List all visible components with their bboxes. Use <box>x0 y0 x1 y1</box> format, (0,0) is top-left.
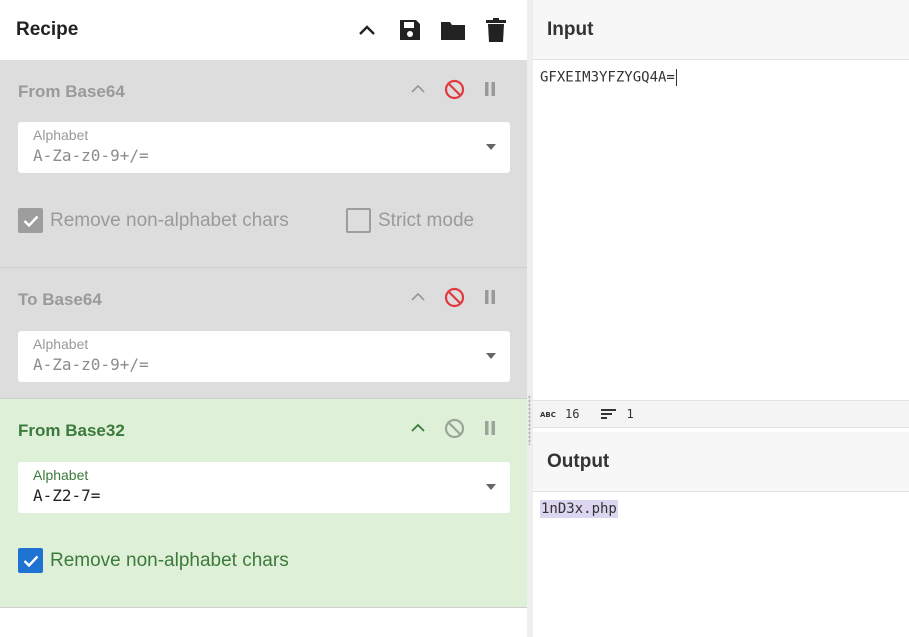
dropdown-caret-icon <box>486 484 496 490</box>
operation-title: From Base64 <box>18 82 125 101</box>
checkbox-unchecked-icon <box>346 208 371 233</box>
collapse-operation-button[interactable] <box>407 286 429 308</box>
strict-mode-checkbox[interactable]: Strict mode <box>346 208 474 233</box>
disable-icon <box>444 287 464 307</box>
alphabet-select[interactable]: Alphabet A-Za-z0-9+/= <box>18 122 510 173</box>
disable-operation-button[interactable] <box>443 78 465 100</box>
alphabet-select[interactable]: Alphabet A-Za-z0-9+/= <box>18 331 510 382</box>
chevron-up-icon <box>359 25 375 35</box>
alphabet-label: Alphabet <box>33 467 89 483</box>
lines-icon <box>601 408 617 420</box>
abc-icon: ABC <box>540 409 556 419</box>
lines-indicator: 1 <box>601 407 634 421</box>
output-title: Output <box>547 450 610 472</box>
operation-from-base64: From Base64 Alphabet A-Za-z0-9+/= Remove… <box>0 60 527 268</box>
disable-operation-button[interactable] <box>443 417 465 439</box>
recipe-title: Recipe <box>16 19 79 40</box>
output-header: Output <box>533 432 909 492</box>
checkbox-checked-icon <box>18 208 43 233</box>
checkbox-checked-icon <box>18 548 43 573</box>
operation-controls <box>407 417 501 439</box>
disable-icon <box>444 418 464 438</box>
save-recipe-button[interactable] <box>397 16 423 44</box>
load-recipe-button[interactable] <box>440 16 466 44</box>
alphabet-value: A-Z2-7= <box>33 486 101 505</box>
output-textarea[interactable]: 1nD3x.php <box>540 500 900 621</box>
alphabet-label: Alphabet <box>33 336 89 352</box>
folder-icon <box>441 22 465 40</box>
input-header: Input <box>533 0 909 60</box>
input-text: GFXEIM3YFZYGQ4A= <box>540 69 675 86</box>
breakpoint-button[interactable] <box>479 417 501 439</box>
operation-title: To Base64 <box>18 290 102 309</box>
dropdown-caret-icon <box>486 353 496 359</box>
recipe-pane: Recipe From Base64 Alphabet A-Za-z0-9+/=… <box>0 0 527 637</box>
checkbox-label: Strict mode <box>378 209 475 231</box>
alphabet-select[interactable]: Alphabet A-Z2-7= <box>18 462 510 513</box>
operation-controls <box>407 286 501 308</box>
chevron-up-icon <box>411 292 425 301</box>
collapse-all-button[interactable] <box>354 16 380 44</box>
collapse-operation-button[interactable] <box>407 78 429 100</box>
output-text: 1nD3x.php <box>540 500 618 518</box>
chevron-up-icon <box>411 84 425 93</box>
clear-recipe-button[interactable] <box>483 16 509 44</box>
disable-operation-button[interactable] <box>443 286 465 308</box>
trash-icon <box>486 18 506 42</box>
save-icon <box>400 20 420 40</box>
alphabet-value: A-Za-z0-9+/= <box>33 355 149 374</box>
output-pane: Output 1nD3x.php <box>533 432 909 637</box>
chevron-up-icon <box>411 423 425 432</box>
breakpoint-button[interactable] <box>479 286 501 308</box>
input-textarea[interactable]: GFXEIM3YFZYGQ4A= <box>540 69 900 389</box>
alphabet-label: Alphabet <box>33 127 89 143</box>
operation-from-base32: From Base32 Alphabet A-Z2-7= Remove non-… <box>0 399 527 608</box>
length-indicator: ABC 16 <box>540 407 579 421</box>
pause-icon <box>485 290 495 304</box>
drag-handle-icon <box>528 395 531 445</box>
input-pane: Input GFXEIM3YFZYGQ4A= <box>533 0 909 400</box>
pause-icon <box>485 421 495 435</box>
svg-text:ABC: ABC <box>540 411 556 419</box>
checkbox-label: Remove non-alphabet chars <box>50 549 289 571</box>
input-title: Input <box>547 18 594 40</box>
lines-value: 1 <box>626 407 634 421</box>
breakpoint-button[interactable] <box>479 78 501 100</box>
length-value: 16 <box>565 407 580 421</box>
recipe-toolbar <box>354 16 509 44</box>
operation-title: From Base32 <box>18 421 125 440</box>
remove-non-alphabet-checkbox[interactable]: Remove non-alphabet chars <box>18 208 289 233</box>
input-status-bar: ABC 16 1 <box>533 400 909 428</box>
checkbox-label: Remove non-alphabet chars <box>50 209 289 231</box>
recipe-header: Recipe <box>0 0 527 60</box>
operation-controls <box>407 78 501 100</box>
alphabet-value: A-Za-z0-9+/= <box>33 146 149 165</box>
disable-icon <box>444 79 464 99</box>
operation-to-base64: To Base64 Alphabet A-Za-z0-9+/= <box>0 268 527 399</box>
remove-non-alphabet-checkbox[interactable]: Remove non-alphabet chars <box>18 548 289 573</box>
pause-icon <box>485 82 495 96</box>
text-cursor <box>675 69 677 86</box>
dropdown-caret-icon <box>486 144 496 150</box>
collapse-operation-button[interactable] <box>407 417 429 439</box>
